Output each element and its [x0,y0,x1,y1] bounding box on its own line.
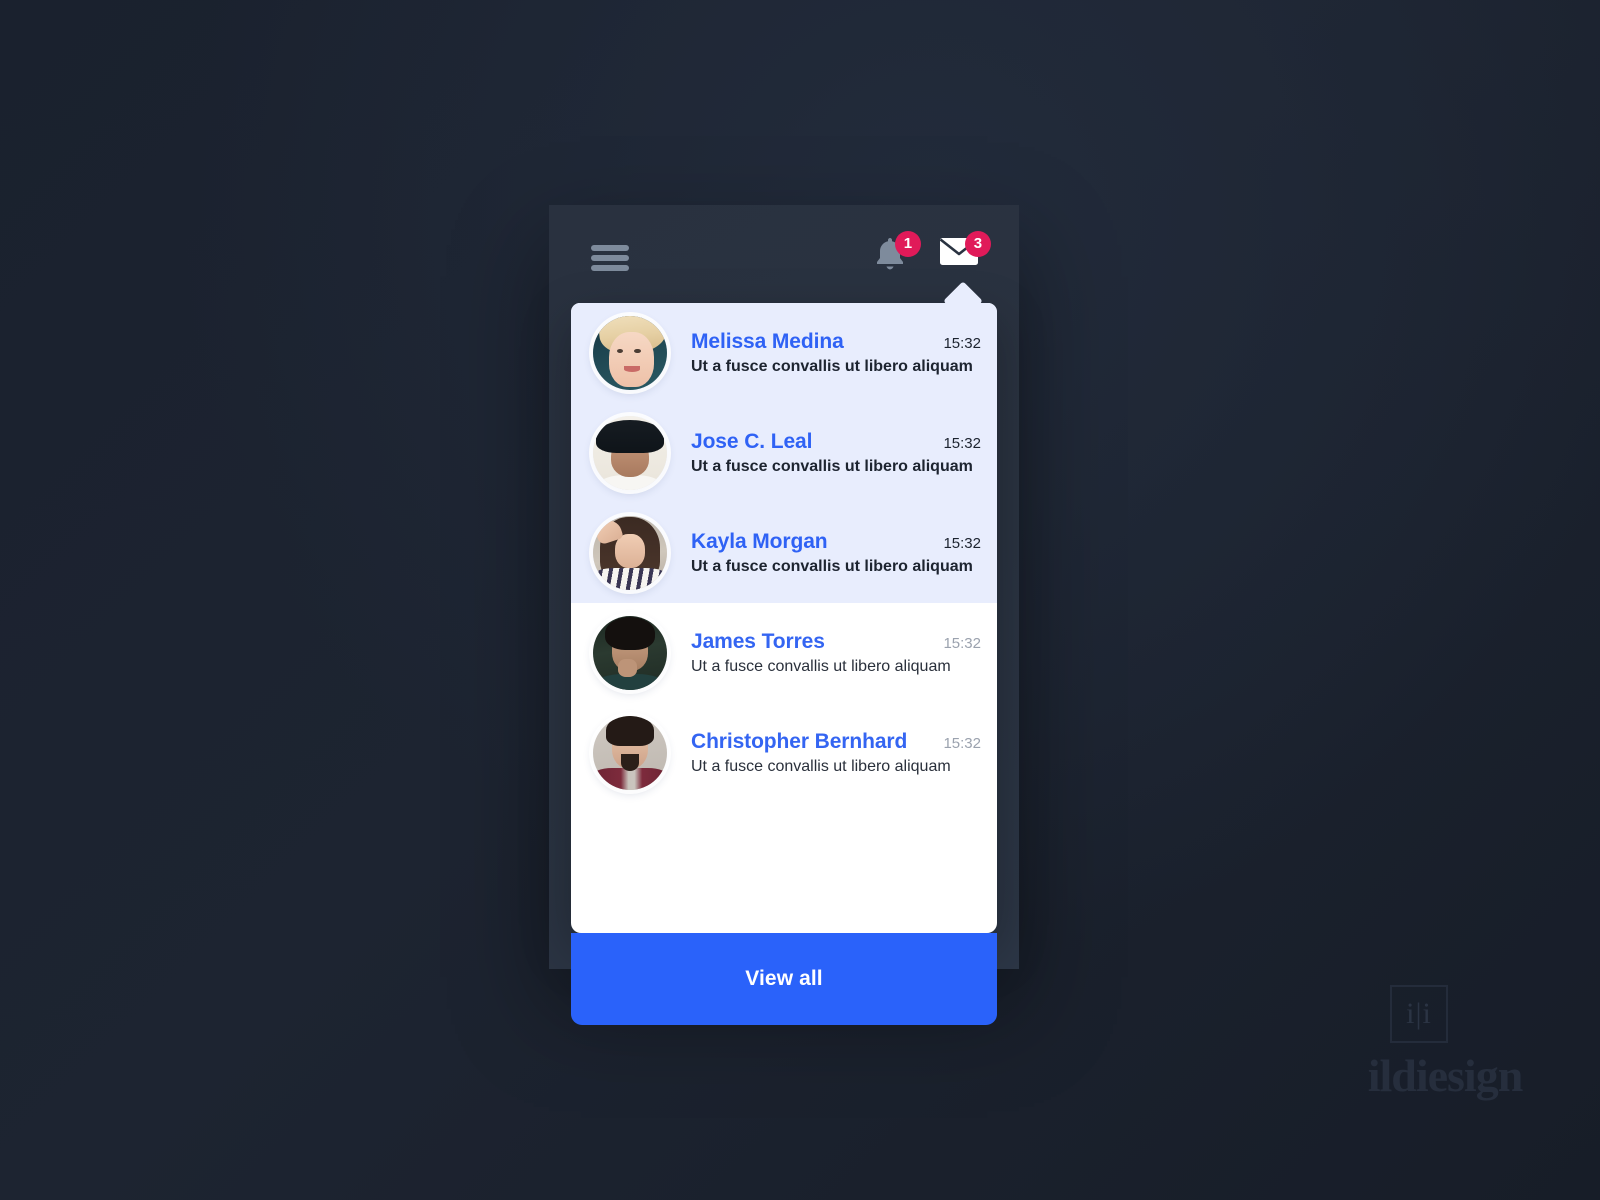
notification-sender-name: Kayla Morgan [691,530,828,553]
notification-item[interactable]: Kayla Morgan 15:32 Ut a fusce convallis … [571,503,997,603]
notification-sender-name: Melissa Medina [691,330,844,353]
notification-item[interactable]: James Torres 15:32 Ut a fusce convallis … [571,603,997,703]
notification-item[interactable]: Christopher Bernhard 15:32 Ut a fusce co… [571,703,997,803]
avatar [593,616,667,690]
notification-timestamp: 15:32 [943,735,981,752]
messages-mail-button[interactable]: 3 [939,231,991,283]
avatar [593,516,667,590]
notification-sender-name: James Torres [691,630,825,653]
app-window: 1 3 Melissa Medina 15:32 Ut a fusce conv… [549,205,1019,1025]
top-bar-actions: 1 3 [873,231,991,283]
hamburger-bar-2 [591,255,629,261]
watermark-logo: i|i ildiesign [1330,985,1560,1105]
notification-timestamp: 15:32 [943,635,981,652]
watermark-wordmark: ildiesign [1367,1050,1524,1101]
notification-body: Kayla Morgan 15:32 Ut a fusce convallis … [667,530,997,576]
notification-message: Ut a fusce convallis ut libero aliquam [691,658,951,675]
notification-item[interactable]: Melissa Medina 15:32 Ut a fusce convalli… [571,303,997,403]
notification-sender-name: Jose C. Leal [691,430,813,453]
notification-message: Ut a fusce convallis ut libero aliquam [691,458,973,475]
notification-sender-name: Christopher Bernhard [691,730,908,753]
hamburger-menu-icon[interactable] [591,245,629,271]
notification-message: Ut a fusce convallis ut libero aliquam [691,758,951,775]
watermark-mark-box: i|i [1390,985,1448,1043]
notification-timestamp: 15:32 [943,335,981,352]
notification-message: Ut a fusce convallis ut libero aliquam [691,558,973,575]
notification-item[interactable]: Jose C. Leal 15:32 Ut a fusce convallis … [571,403,997,503]
watermark-mark: i|i [1406,997,1432,1030]
avatar [593,316,667,390]
top-bar: 1 3 [549,205,1019,302]
notification-body: James Torres 15:32 Ut a fusce convallis … [667,630,997,676]
notification-timestamp: 15:32 [943,435,981,452]
notifications-dropdown-panel: Melissa Medina 15:32 Ut a fusce convalli… [571,303,997,933]
notification-timestamp: 15:32 [943,535,981,552]
notifications-bell-button[interactable]: 1 [873,231,921,283]
avatar [593,716,667,790]
view-all-button[interactable]: View all [571,933,997,1025]
mail-badge-count: 3 [965,231,991,257]
hamburger-bar-3 [591,265,629,271]
notification-body: Christopher Bernhard 15:32 Ut a fusce co… [667,730,997,776]
notification-body: Jose C. Leal 15:32 Ut a fusce convallis … [667,430,997,476]
notification-message: Ut a fusce convallis ut libero aliquam [691,358,973,375]
notification-body: Melissa Medina 15:32 Ut a fusce convalli… [667,330,997,376]
notification-list: Melissa Medina 15:32 Ut a fusce convalli… [571,303,997,803]
bell-badge-count: 1 [895,231,921,257]
hamburger-bar-1 [591,245,629,251]
avatar [593,416,667,490]
